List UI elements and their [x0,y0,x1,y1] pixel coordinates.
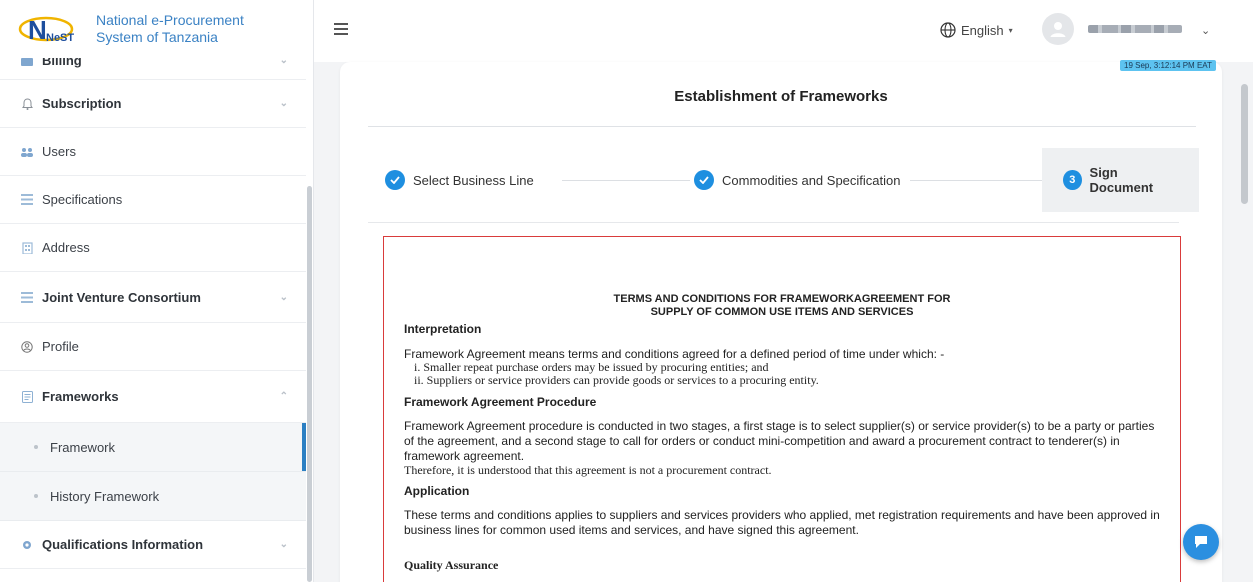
language-selector[interactable]: English ▾ [940,22,1013,38]
document-heading: TERMS AND CONDITIONS FOR FRAMEWORKAGREEM… [384,293,1180,319]
chevron-down-icon[interactable]: ⌄ [1201,24,1210,37]
building-icon [20,241,34,255]
sidebar-subitem-history-framework[interactable]: History Framework [0,472,306,521]
section-heading: Interpretation [404,322,482,336]
sidebar-item-label: Subscription [42,96,122,111]
terms-document[interactable]: TERMS AND CONDITIONS FOR FRAMEWORKAGREEM… [383,236,1181,582]
sidebar-item-label: Joint Venture Consortium [42,289,201,305]
check-icon [385,170,405,190]
page-scrollbar[interactable] [1241,84,1248,204]
section-interpretation: Interpretation Framework Agreement means… [404,323,1161,387]
list-icon [20,290,34,304]
users-icon [20,145,34,159]
chat-button[interactable] [1183,524,1219,560]
sidebar-item-subscription[interactable]: Subscription ⌄ [0,80,306,128]
sidebar-subitem-framework[interactable]: Framework [0,423,306,472]
app-name-line2: System of Tanzania [96,29,218,45]
sidebar-item-label: Specifications [42,192,123,207]
logo-bar[interactable]: N NeST National e-Procurement System of … [0,0,313,58]
svg-text:N: N [28,15,47,45]
user-name-redacted[interactable] [1088,25,1182,33]
list-item: ii. Suppliers or service providers can p… [414,373,819,387]
paragraph: These terms and conditions applies to su… [404,508,1160,537]
bullet-icon [34,494,38,498]
divider [368,222,1179,223]
step-number: 3 [1063,170,1082,190]
section-heading: Quality Assurance [404,558,499,572]
step-commodities[interactable]: Commodities and Specification [694,148,900,212]
clock-badge: 19 Sep, 3:12:14 PM EAT [1120,60,1216,71]
caret-down-icon: ▾ [1008,25,1013,35]
paragraph: Framework Agreement procedure is conduct… [404,419,1155,463]
chat-icon [1195,536,1207,548]
document-icon [20,390,34,404]
chevron-down-icon: ⌄ [279,291,288,303]
chevron-up-icon: ⌃ [279,391,288,402]
topbar: English ▾ ⌄ [314,0,1253,62]
section-application: Application These terms and conditions a… [404,485,1161,538]
sidebar: N NeST National e-Procurement System of … [0,0,314,582]
gear-icon [20,538,34,552]
step-connector [562,180,690,181]
step-label: Sign Document [1089,165,1154,195]
sidebar-scrollbar[interactable] [307,186,312,582]
sidebar-subitem-label: Framework [50,439,116,455]
page-title: Establishment of Frameworks [674,88,888,105]
sidebar-item-label: Address [42,240,90,255]
document-heading-line2: SUPPLY OF COMMON USE ITEMS AND SERVICES [650,306,914,318]
chevron-down-icon: ⌄ [279,539,288,550]
globe-icon [940,22,956,38]
step-connector [910,180,1042,181]
app-name-line1: National e-Procurement [96,12,244,28]
bullet-icon [34,445,38,449]
sidebar-item-label: Profile [42,339,79,354]
profile-icon [20,340,34,354]
section-procedure: Framework Agreement Procedure Framework … [404,396,1161,477]
establishment-card: Establishment of Frameworks Select Busin… [340,62,1222,582]
sidebar-item-joint-venture[interactable]: Joint Venture Consortium ⌄ [0,272,306,323]
sidebar-item-label: Qualifications Information [42,537,204,552]
step-select-business-line[interactable]: Select Business Line [385,148,534,212]
sidebar-subitem-label: History Framework [50,488,160,504]
svg-text:NeST: NeST [46,32,74,44]
divider [368,126,1196,127]
hamburger-menu-icon[interactable] [334,23,348,35]
sidebar-item-specifications[interactable]: Specifications [0,176,306,224]
sidebar-item-label: Frameworks [42,389,119,404]
sidebar-item-label: Users [42,144,76,159]
sidebar-item-users[interactable]: Users [0,128,306,176]
sidebar-item-qualifications[interactable]: Qualifications Information ⌄ [0,521,306,569]
app-name: National e-Procurement System of Tanzani… [96,12,244,46]
step-label: Commodities and Specification [722,172,901,188]
sidebar-item-profile[interactable]: Profile [0,323,306,371]
section-quality: Quality Assurance [404,559,1161,572]
bell-icon [20,97,34,111]
avatar[interactable] [1042,13,1074,45]
step-label: Select Business Line [413,172,534,188]
section-heading: Application [404,484,470,498]
nest-logo: N NeST [16,9,84,49]
list-icon [20,193,34,207]
sidebar-item-frameworks[interactable]: Frameworks ⌃ [0,371,306,423]
sidebar-menu: Billing ⌄ Subscription ⌄ Users Specifica… [0,42,306,569]
step-sign-document[interactable]: 3 Sign Document [1042,148,1199,212]
sidebar-item-address[interactable]: Address [0,224,306,272]
stepper: Select Business Line Commodities and Spe… [368,148,1199,212]
document-heading-line1: TERMS AND CONDITIONS FOR FRAMEWORKAGREEM… [613,293,951,305]
section-heading: Framework Agreement Procedure [404,395,597,409]
language-label: English [961,22,1004,38]
check-icon [694,170,714,190]
chevron-down-icon: ⌄ [279,98,288,109]
paragraph: Therefore, it is understood that this ag… [404,463,772,477]
